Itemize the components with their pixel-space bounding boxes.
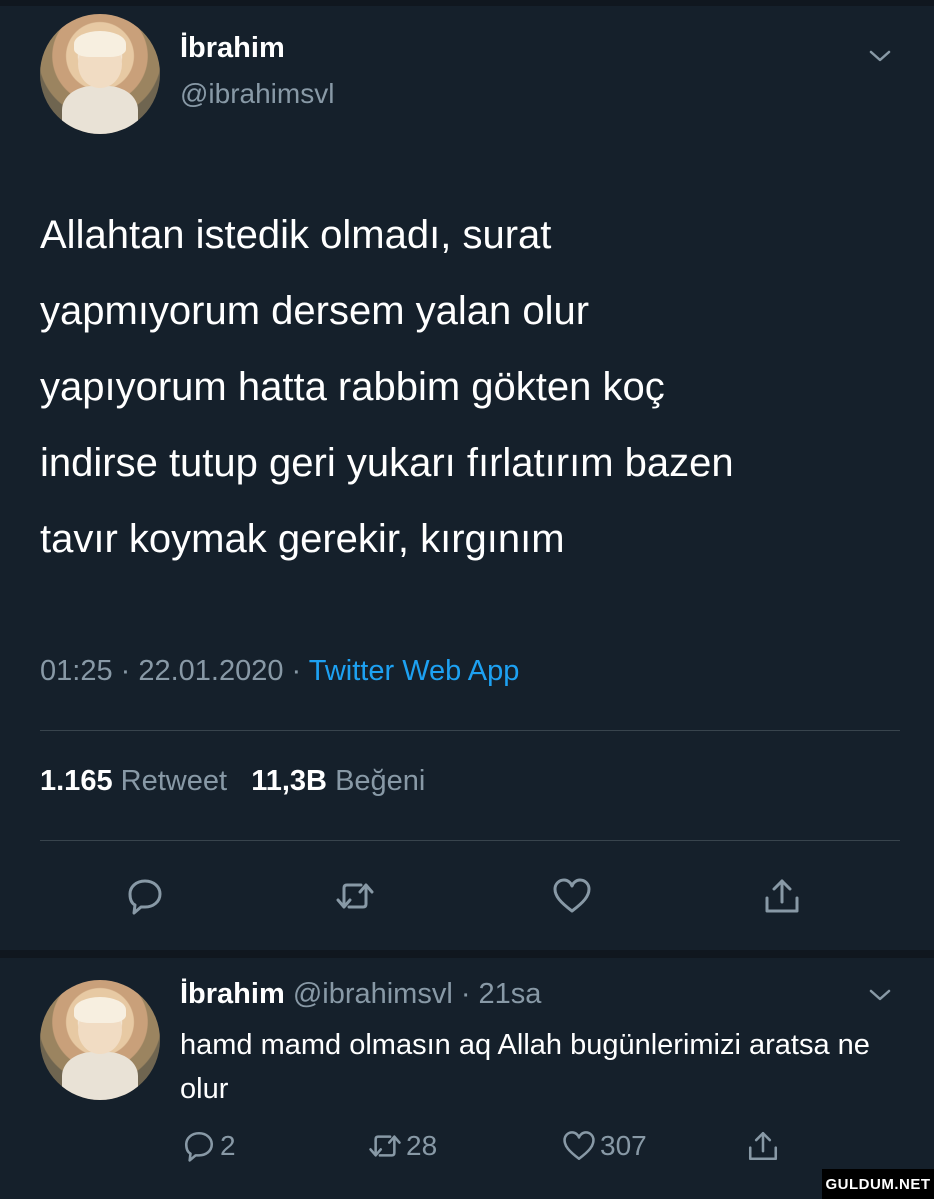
reply-avatar[interactable] — [40, 980, 160, 1100]
reply-share-button[interactable] — [746, 1128, 780, 1164]
share-icon — [748, 1131, 778, 1161]
avatar[interactable] — [40, 14, 160, 134]
retweet-icon[interactable] — [335, 876, 375, 916]
tweet-meta: 01:25 · 22.01.2020 · Twitter Web App — [40, 655, 519, 688]
watermark: GULDUM.NET — [822, 1169, 934, 1199]
reply-header: İbrahim @ibrahimsvl · 21sa — [180, 978, 541, 1011]
reply-display-name[interactable]: İbrahim — [180, 978, 285, 1010]
reply-text: hamd mamd olmasın aq Allah bugünlerimizi… — [180, 1029, 870, 1105]
tweet-stats: 1.165 Retweet 11,3B Beğeni — [40, 765, 425, 798]
user-handle[interactable]: @ibrahimsvl — [180, 78, 334, 110]
like-icon — [563, 1131, 595, 1161]
tweet-source-link[interactable]: Twitter Web App — [309, 655, 520, 687]
reply-like-button[interactable]: 307 — [562, 1128, 647, 1164]
tweet-time: 01:25 · 22.01.2020 · — [40, 655, 309, 687]
reply-handle-time[interactable]: @ibrahimsvl · 21sa — [293, 978, 542, 1010]
reply-icon[interactable] — [125, 876, 165, 916]
like-icon[interactable] — [552, 876, 592, 916]
top-edge — [0, 0, 934, 6]
display-name[interactable]: İbrahim — [180, 32, 285, 65]
reply-retweet-count: 28 — [406, 1130, 438, 1161]
share-icon[interactable] — [762, 876, 802, 916]
tweet-separator — [0, 950, 934, 958]
divider — [40, 840, 900, 841]
like-stat[interactable]: 11,3B Beğeni — [251, 765, 425, 797]
tweet-text: Allahtan istedik olmadı, surat yapmıyoru… — [40, 213, 734, 561]
reply-reply-button[interactable]: 2 — [182, 1128, 236, 1164]
reply-icon — [184, 1131, 214, 1162]
divider — [40, 730, 900, 731]
reply-count: 2 — [220, 1130, 236, 1161]
retweet-stat[interactable]: 1.165 Retweet — [40, 765, 227, 797]
chevron-down-icon[interactable] — [866, 985, 894, 1005]
chevron-down-icon[interactable] — [866, 46, 894, 66]
reply-like-count: 307 — [600, 1130, 647, 1161]
retweet-icon — [369, 1135, 401, 1157]
reply-retweet-button[interactable]: 28 — [368, 1128, 437, 1164]
